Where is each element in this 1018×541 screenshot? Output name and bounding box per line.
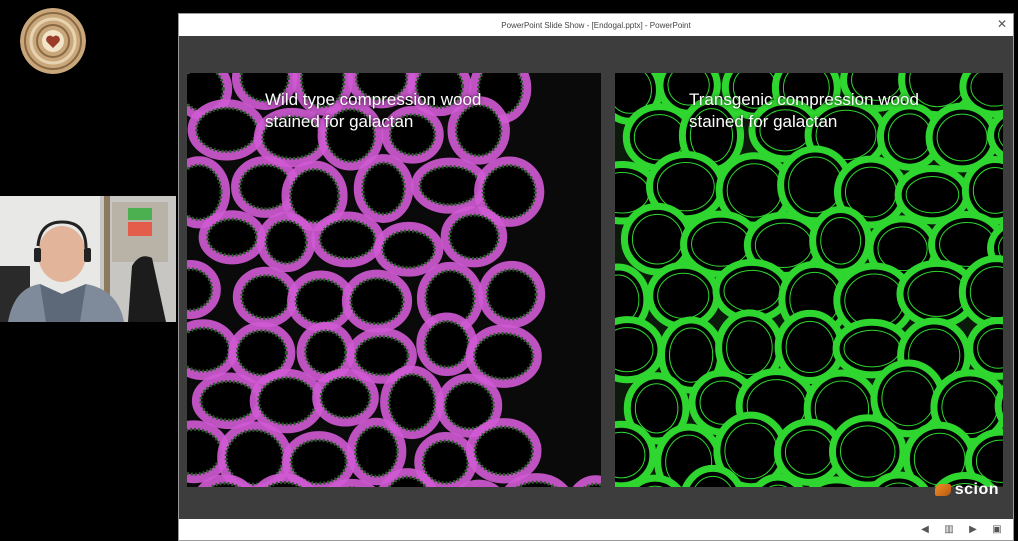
window-titlebar: PowerPoint Slide Show - [Endogal.pptx] -… (179, 14, 1013, 37)
next-slide-icon[interactable]: ▶ (965, 523, 981, 537)
wild-type-caption-line2: stained for galactan (265, 112, 414, 131)
powerpoint-slideshow-window: PowerPoint Slide Show - [Endogal.pptx] -… (178, 13, 1014, 541)
transgenic-cells-image (615, 73, 1003, 487)
slide-canvas[interactable]: Wild type compression wood stained for g… (179, 36, 1013, 521)
transgenic-caption-line2: stained for galactan (689, 112, 838, 131)
scion-logo-text: scion (954, 481, 999, 498)
transgenic-caption-line1: Transgenic compression wood (689, 90, 919, 109)
close-icon[interactable]: ✕ (995, 17, 1009, 31)
slide-menu-icon[interactable]: ▥ (941, 523, 957, 537)
transgenic-micrograph: Transgenic compression wood stained for … (615, 73, 1003, 487)
presenter-webcam-video (0, 196, 176, 322)
view-icon[interactable]: ▣ (989, 523, 1005, 537)
slideshow-controls-bar: ◀ ▥ ▶ ▣ (179, 519, 1013, 540)
presenter-logo-avatar (20, 8, 86, 74)
wild-type-caption-line1: Wild type compression wood (265, 90, 482, 109)
heart-logo-icon (20, 8, 86, 74)
scion-logo: scion (934, 481, 999, 499)
wild-type-caption: Wild type compression wood stained for g… (265, 89, 481, 133)
wild-type-cells-image (187, 73, 601, 487)
scion-leaf-icon (934, 484, 951, 496)
wild-type-micrograph: Wild type compression wood stained for g… (187, 73, 601, 487)
window-title: PowerPoint Slide Show - [Endogal.pptx] -… (501, 20, 691, 30)
previous-slide-icon[interactable]: ◀ (917, 523, 933, 537)
transgenic-caption: Transgenic compression wood stained for … (689, 89, 919, 133)
